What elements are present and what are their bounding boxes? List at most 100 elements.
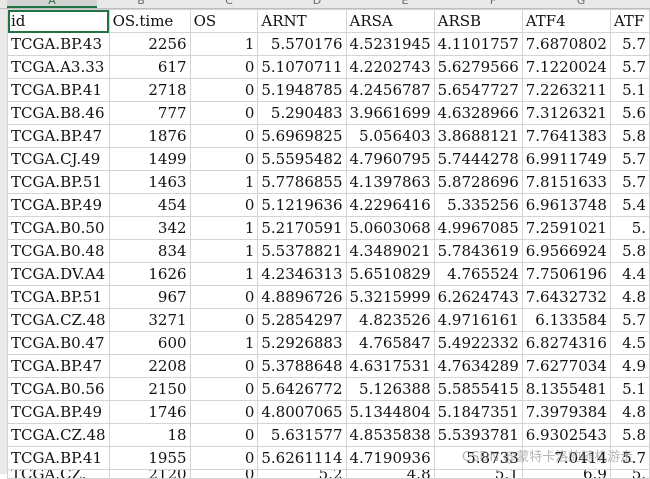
table-cell[interactable]: 0 bbox=[189, 101, 259, 125]
table-cell[interactable]: 0 bbox=[189, 469, 259, 479]
table-cell[interactable]: 0 bbox=[189, 147, 259, 171]
table-cell[interactable]: 5.4922332 bbox=[433, 331, 523, 355]
table-cell[interactable]: 4.9967085 bbox=[433, 216, 523, 240]
table-cell[interactable]: 3.9661699 bbox=[345, 101, 435, 125]
table-cell[interactable]: 1 bbox=[189, 216, 259, 240]
table-cell[interactable]: 4.8896726 bbox=[257, 285, 347, 309]
table-cell[interactable]: 1746 bbox=[108, 400, 191, 424]
table-cell[interactable]: 1463 bbox=[108, 170, 191, 194]
column-letter-d[interactable]: D bbox=[273, 0, 361, 7]
table-cell[interactable]: 5.6 bbox=[609, 101, 650, 125]
table-cell[interactable]: TCGA.B0.48 bbox=[7, 239, 110, 263]
table-cell[interactable]: TCGA.BP.51 bbox=[7, 285, 110, 309]
table-cell[interactable]: 5.290483 bbox=[257, 101, 347, 125]
table-cell[interactable]: 5.5378821 bbox=[257, 239, 347, 263]
table-cell[interactable]: 5.7444278 bbox=[433, 147, 523, 171]
table-cell[interactable]: 6.2624743 bbox=[433, 285, 523, 309]
table-cell[interactable]: 2718 bbox=[108, 78, 191, 102]
table-cell[interactable]: 967 bbox=[108, 285, 191, 309]
table-cell[interactable]: 7.7641383 bbox=[521, 124, 611, 148]
table-cell[interactable]: 0 bbox=[189, 354, 259, 378]
table-cell[interactable]: TCGA.CZ.48 bbox=[7, 423, 110, 447]
table-cell[interactable]: 5.8 bbox=[609, 239, 650, 263]
table-cell[interactable]: 5.7 bbox=[609, 55, 650, 79]
table-cell[interactable]: 5.2170591 bbox=[257, 216, 347, 240]
table-cell[interactable]: 4.8 bbox=[345, 469, 435, 479]
table-cell[interactable]: 4.9 bbox=[609, 354, 650, 378]
table-cell[interactable]: TCGA.BP.49 bbox=[7, 193, 110, 217]
table-cell[interactable]: 4.765847 bbox=[345, 331, 435, 355]
table-cell[interactable]: 0 bbox=[189, 446, 259, 470]
table-cell[interactable]: 0 bbox=[189, 285, 259, 309]
table-cell[interactable]: 4.2296416 bbox=[345, 193, 435, 217]
table-cell[interactable]: 5. bbox=[609, 469, 650, 479]
table-cell[interactable]: 1 bbox=[189, 262, 259, 286]
table-cell[interactable]: 777 bbox=[108, 101, 191, 125]
table-cell[interactable]: 4.2202743 bbox=[345, 55, 435, 79]
header-cell-arsb[interactable]: ARSB bbox=[433, 9, 523, 33]
table-cell[interactable]: 7.2263211 bbox=[521, 78, 611, 102]
table-cell[interactable]: 4.5 bbox=[609, 331, 650, 355]
table-cell[interactable]: 5.1 bbox=[433, 469, 523, 479]
table-cell[interactable]: TCGA.B8.46 bbox=[7, 101, 110, 125]
table-cell[interactable]: 5.5855415 bbox=[433, 377, 523, 401]
table-cell[interactable]: 5.7 bbox=[609, 308, 650, 332]
table-cell[interactable]: TCGA.DV.A4 bbox=[7, 262, 110, 286]
table-cell[interactable]: 5.8 bbox=[609, 124, 650, 148]
table-cell[interactable]: 18 bbox=[108, 423, 191, 447]
table-cell[interactable]: 4.823526 bbox=[345, 308, 435, 332]
table-cell[interactable]: 5.8728696 bbox=[433, 170, 523, 194]
table-cell[interactable]: 1626 bbox=[108, 262, 191, 286]
table-cell[interactable]: 5.7 bbox=[609, 32, 650, 56]
column-letter-f[interactable]: F bbox=[449, 0, 537, 7]
table-cell[interactable]: 0 bbox=[189, 377, 259, 401]
column-letter-g[interactable]: G bbox=[537, 0, 625, 7]
table-cell[interactable]: 5.335256 bbox=[433, 193, 523, 217]
table-cell[interactable]: 5.7 bbox=[609, 170, 650, 194]
table-cell[interactable]: 4.3489021 bbox=[345, 239, 435, 263]
table-cell[interactable]: 1876 bbox=[108, 124, 191, 148]
header-cell-atf4[interactable]: ATF4 bbox=[521, 9, 611, 33]
table-cell[interactable]: 4.8 bbox=[609, 400, 650, 424]
table-cell[interactable]: 6.133584 bbox=[521, 308, 611, 332]
table-cell[interactable]: 5.0603068 bbox=[345, 216, 435, 240]
header-cell-id[interactable]: id bbox=[7, 9, 110, 33]
column-letter-c[interactable]: C bbox=[185, 0, 273, 7]
table-cell[interactable]: 2208 bbox=[108, 354, 191, 378]
table-cell[interactable]: 7.8151633 bbox=[521, 170, 611, 194]
table-cell[interactable]: 5.6261114 bbox=[257, 446, 347, 470]
table-cell[interactable]: 5.1219636 bbox=[257, 193, 347, 217]
table-cell[interactable]: 2150 bbox=[108, 377, 191, 401]
table-cell[interactable]: TCGA.BP.47 bbox=[7, 124, 110, 148]
table-cell[interactable]: TCGA.BP.49 bbox=[7, 400, 110, 424]
table-cell[interactable]: 3271 bbox=[108, 308, 191, 332]
table-cell[interactable]: 4.7634289 bbox=[433, 354, 523, 378]
table-cell[interactable]: 4.1397863 bbox=[345, 170, 435, 194]
table-cell[interactable]: 0 bbox=[189, 308, 259, 332]
table-cell[interactable]: 6.9302543 bbox=[521, 423, 611, 447]
table-cell[interactable]: 3.8688121 bbox=[433, 124, 523, 148]
table-cell[interactable]: 6.9613748 bbox=[521, 193, 611, 217]
table-cell[interactable]: 7.7506196 bbox=[521, 262, 611, 286]
header-cell-atf-partial[interactable]: ATF bbox=[609, 9, 650, 33]
table-cell[interactable]: 5.2926883 bbox=[257, 331, 347, 355]
table-cell[interactable]: 4.8 bbox=[609, 285, 650, 309]
table-cell[interactable]: TCGA.CJ.49 bbox=[7, 147, 110, 171]
table-cell[interactable]: 5.7 bbox=[609, 147, 650, 171]
table-cell[interactable]: 4.2456787 bbox=[345, 78, 435, 102]
table-cell[interactable]: 4.9716161 bbox=[433, 308, 523, 332]
table-cell[interactable]: 4.1101757 bbox=[433, 32, 523, 56]
table-cell[interactable]: TCGA.CZ.48 bbox=[7, 308, 110, 332]
table-cell[interactable]: 5.1 bbox=[609, 377, 650, 401]
table-cell[interactable]: 4.2346313 bbox=[257, 262, 347, 286]
table-cell[interactable]: 7.6277034 bbox=[521, 354, 611, 378]
table-cell[interactable]: 5.6969825 bbox=[257, 124, 347, 148]
table-cell[interactable]: 5.6510829 bbox=[345, 262, 435, 286]
table-cell[interactable]: 5.056403 bbox=[345, 124, 435, 148]
table-cell[interactable]: 5.8 bbox=[609, 423, 650, 447]
table-cell[interactable]: 4.4 bbox=[609, 262, 650, 286]
table-cell[interactable]: 0 bbox=[189, 400, 259, 424]
table-cell[interactable]: 834 bbox=[108, 239, 191, 263]
table-cell[interactable]: 7.3979384 bbox=[521, 400, 611, 424]
table-cell[interactable]: TCGA.A3.33 bbox=[7, 55, 110, 79]
